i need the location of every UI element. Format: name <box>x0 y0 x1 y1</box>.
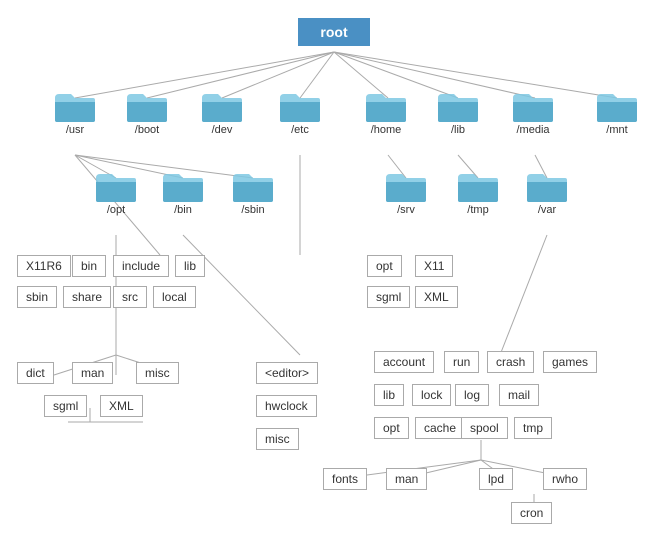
box-hwclock: hwclock <box>256 395 317 417</box>
box-x11r6: X11R6 <box>17 255 71 277</box>
box-man-spool: man <box>386 468 427 490</box>
box-xml-opt: XML <box>100 395 143 417</box>
box-spool: spool <box>461 417 508 439</box>
box-misc-bin: misc <box>256 428 299 450</box>
box-lib-usr: lib <box>175 255 205 277</box>
folder-media-label: /media <box>516 124 549 136</box>
box-xml-etc: XML <box>415 286 458 308</box>
folder-var: /var <box>525 168 569 216</box>
folder-etc: /etc <box>278 88 322 136</box>
box-sgml-etc: sgml <box>367 286 410 308</box>
box-misc-opt: misc <box>136 362 179 384</box>
folder-sbin-label: /sbin <box>241 204 264 216</box>
folder-etc-label: /etc <box>291 124 309 136</box>
folder-usr-label: /usr <box>66 124 84 136</box>
folder-srv-label: /srv <box>397 204 415 216</box>
box-share: share <box>63 286 111 308</box>
box-lib-var: lib <box>374 384 404 406</box>
folder-usr: /usr <box>53 88 97 136</box>
box-dict: dict <box>17 362 54 384</box>
folder-tmp: /tmp <box>456 168 500 216</box>
box-include: include <box>113 255 169 277</box>
box-tmp-var: tmp <box>514 417 552 439</box>
box-crash: crash <box>487 351 534 373</box>
folder-lib-label: /lib <box>451 124 465 136</box>
folder-opt-label: /opt <box>107 204 125 216</box>
box-bin-usr: bin <box>72 255 106 277</box>
folder-var-label: /var <box>538 204 556 216</box>
folder-dev: /dev <box>200 88 244 136</box>
box-x11-etc: X11 <box>415 255 453 277</box>
box-run: run <box>444 351 479 373</box>
box-cache: cache <box>415 417 465 439</box>
box-man-opt: man <box>72 362 113 384</box>
folder-home: /home <box>364 88 408 136</box>
root-node: root <box>298 18 370 46</box>
box-opt-var: opt <box>374 417 409 439</box>
box-account: account <box>374 351 434 373</box>
box-rwho: rwho <box>543 468 587 490</box>
box-fonts: fonts <box>323 468 367 490</box>
box-local: local <box>153 286 196 308</box>
folder-dev-label: /dev <box>212 124 233 136</box>
folder-home-label: /home <box>371 124 402 136</box>
box-src: src <box>113 286 147 308</box>
folder-bin: /bin <box>161 168 205 216</box>
folder-opt: /opt <box>94 168 138 216</box>
folder-lib: /lib <box>436 88 480 136</box>
folder-srv: /srv <box>384 168 428 216</box>
box-log: log <box>455 384 489 406</box>
folder-mnt: /mnt <box>595 88 639 136</box>
box-editor: <editor> <box>256 362 318 384</box>
box-sbin-usr: sbin <box>17 286 57 308</box>
folder-media: /media <box>511 88 555 136</box>
box-cron: cron <box>511 502 552 524</box>
box-opt-etc: opt <box>367 255 402 277</box>
folder-boot: /boot <box>125 88 169 136</box>
folder-bin-label: /bin <box>174 204 192 216</box>
folder-tmp-label: /tmp <box>467 204 488 216</box>
box-games: games <box>543 351 597 373</box>
folder-mnt-label: /mnt <box>606 124 627 136</box>
box-lock: lock <box>412 384 451 406</box>
box-sgml-opt: sgml <box>44 395 87 417</box>
folder-boot-label: /boot <box>135 124 159 136</box>
box-mail: mail <box>499 384 539 406</box>
folder-sbin: /sbin <box>231 168 275 216</box>
box-lpd: lpd <box>479 468 513 490</box>
